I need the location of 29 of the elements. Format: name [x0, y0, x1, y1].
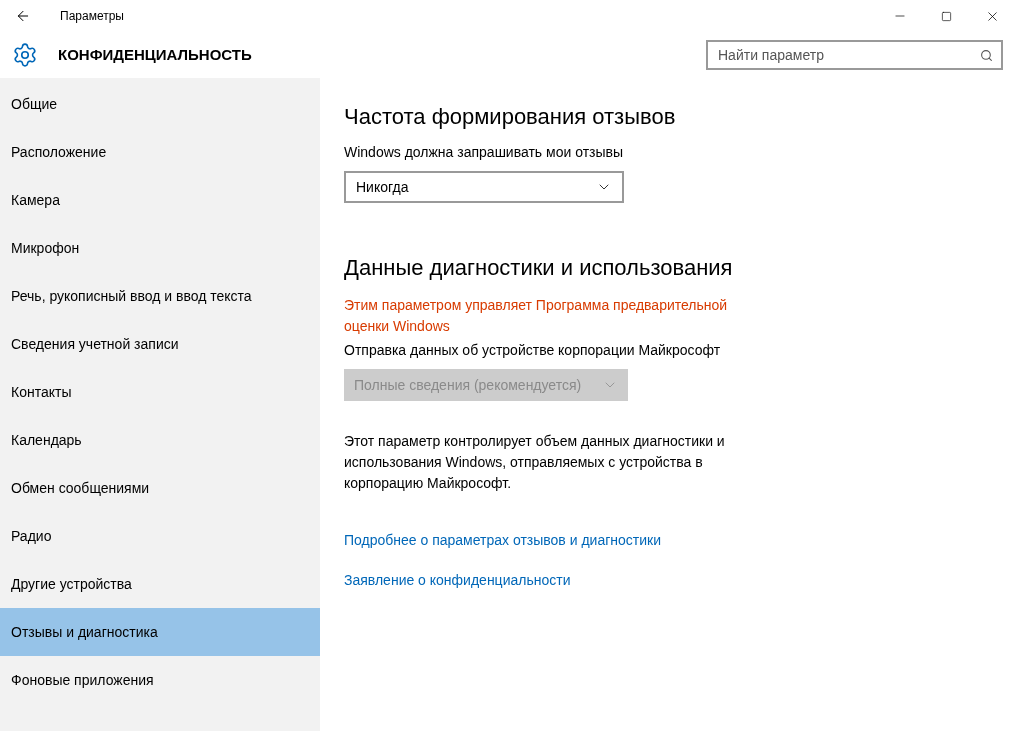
sidebar-item[interactable]: Радио: [0, 512, 320, 560]
section-heading: Частота формирования отзывов: [344, 103, 677, 131]
window-title: Параметры: [60, 8, 124, 25]
field-label: Отправка данных об устройстве корпорации Майкрософт: [344, 341, 722, 360]
link[interactable]: Подробнее о параметрах отзывов и диагностики: [344, 530, 661, 551]
sidebar-item[interactable]: Камера: [0, 176, 320, 224]
field-label: Windows должна запрашивать мои отзывы: [344, 143, 625, 162]
section-heading: Данные диагностики и использования: [344, 254, 734, 282]
sidebar-item[interactable]: Обмен сообщениями: [0, 464, 320, 512]
sidebar-item[interactable]: Микрофон: [0, 224, 320, 272]
sidebar-item[interactable]: Расположение: [0, 128, 320, 176]
description-text: Этот параметр контролирует объем данных диагностики и использования Windows, отправляемых с устройства в корпорацию Майкрософт.: [344, 432, 726, 493]
search-icon: [980, 49, 993, 62]
sidebar-item[interactable]: Календарь: [0, 416, 320, 464]
sidebar-item[interactable]: Контакты: [0, 368, 320, 416]
back-arrow-icon: [15, 8, 31, 24]
dropdown[interactable]: Никогда: [344, 171, 624, 203]
sidebar-item[interactable]: Фоновые приложения: [0, 656, 320, 704]
search-field[interactable]: Найти параметр: [706, 40, 1003, 70]
maximize-icon: [940, 10, 952, 22]
sidebar-item[interactable]: Речь, рукописный ввод и ввод текста: [0, 272, 320, 320]
warning-text: Этим параметром управляет Программа предварительной оценки Windows: [344, 296, 729, 336]
settings-icon: [12, 42, 38, 68]
page-title: КОНФИДЕНЦИАЛЬНОСТЬ: [58, 44, 252, 65]
sidebar-item[interactable]: Сведения учетной записи: [0, 320, 320, 368]
sidebar-item[interactable]: Общие: [0, 80, 320, 128]
sidebar-item[interactable]: Другие устройства: [0, 560, 320, 608]
link[interactable]: Заявление о конфиденциальности: [344, 570, 571, 591]
sidebar-item[interactable]: Отзывы и диагностика: [0, 608, 320, 656]
